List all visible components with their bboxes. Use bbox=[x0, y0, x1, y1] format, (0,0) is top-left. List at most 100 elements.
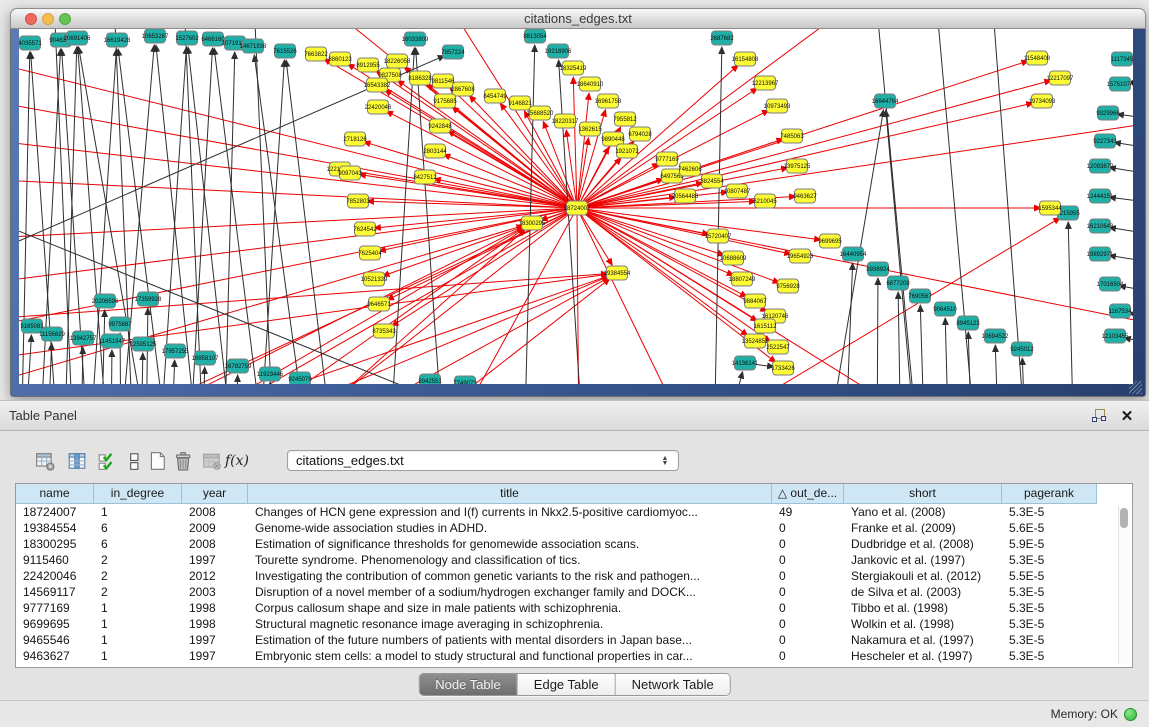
delete-table-icon[interactable] bbox=[200, 449, 224, 473]
graph-node[interactable]: 13524851 bbox=[742, 334, 769, 348]
table-row[interactable]: 977716911998Corpus callosum shape and si… bbox=[16, 600, 1132, 616]
graph-node[interactable]: 9146821 bbox=[508, 96, 532, 110]
graph-node[interactable]: 19892971 bbox=[1087, 247, 1114, 261]
graph-node[interactable]: 16033809 bbox=[402, 32, 429, 46]
graph-node[interactable]: 10807487 bbox=[724, 184, 751, 198]
graph-node[interactable]: 19384554 bbox=[604, 266, 631, 280]
graph-node[interactable]: 8735343 bbox=[372, 324, 396, 338]
network-canvas[interactable]: 1872400740355719046392206914061661942810… bbox=[19, 29, 1133, 384]
table-row[interactable]: 2242004622012Investigating the contribut… bbox=[16, 568, 1132, 584]
graph-node[interactable]: 14671938 bbox=[240, 39, 267, 53]
graph-node[interactable]: 17016504 bbox=[1097, 277, 1124, 291]
graph-node[interactable]: 9329966 bbox=[1096, 106, 1120, 120]
column-header-in-degree[interactable]: in_degree bbox=[94, 484, 182, 504]
graph-node[interactable]: 9242848 bbox=[428, 119, 452, 133]
graph-node[interactable]: 9975887 bbox=[108, 317, 132, 331]
graph-node[interactable]: 7624542 bbox=[353, 222, 377, 236]
graph-node[interactable]: 19654923 bbox=[787, 249, 814, 263]
graph-node[interactable]: 14136141 bbox=[732, 356, 759, 370]
tab-network-table[interactable]: Network Table bbox=[615, 674, 730, 695]
graph-node[interactable]: 8912955 bbox=[356, 58, 380, 72]
graph-node[interactable]: 20564486 bbox=[672, 189, 699, 203]
window-titlebar[interactable]: citations_edges.txt bbox=[10, 8, 1146, 29]
graph-node[interactable]: 4035571 bbox=[19, 36, 42, 50]
graph-node[interactable]: 8942551 bbox=[418, 374, 442, 384]
table-row[interactable]: 969969511998Structural magnetic resonanc… bbox=[16, 616, 1132, 632]
graph-node[interactable]: 16961758 bbox=[595, 94, 622, 108]
graph-node[interactable]: 8945123 bbox=[956, 316, 980, 330]
graph-node[interactable]: 7663822 bbox=[304, 47, 328, 61]
graph-node[interactable]: 12093872 bbox=[1087, 159, 1114, 173]
graph-node[interactable]: 7955812 bbox=[613, 112, 637, 126]
graph-node[interactable]: 11451947 bbox=[99, 334, 126, 348]
graph-node[interactable]: 18724007 bbox=[564, 201, 591, 215]
graph-node[interactable]: 10521339 bbox=[361, 272, 388, 286]
graph-node[interactable]: 10653287 bbox=[142, 29, 169, 43]
table-row[interactable]: 1872400712008Changes of HCN gene express… bbox=[16, 504, 1132, 520]
graph-node[interactable]: 18807249 bbox=[729, 272, 756, 286]
graph-node[interactable]: 9097043 bbox=[338, 166, 362, 180]
graph-node[interactable]: 12444151 bbox=[1087, 189, 1114, 203]
graph-node[interactable]: 10973493 bbox=[764, 99, 791, 113]
graph-node[interactable]: 3824554 bbox=[700, 174, 724, 188]
graph-node[interactable]: 15720407 bbox=[705, 229, 732, 243]
graph-node[interactable]: 9463627 bbox=[793, 189, 817, 203]
table-scrollbar-thumb[interactable] bbox=[1120, 508, 1128, 528]
graph-node[interactable]: 16644784 bbox=[872, 94, 899, 108]
graph-node[interactable]: 2687682 bbox=[710, 31, 734, 45]
graph-node[interactable]: 6210045 bbox=[753, 194, 777, 208]
tab-edge-table[interactable]: Edge Table bbox=[517, 674, 615, 695]
graph-node[interactable]: 16210643 bbox=[1087, 219, 1114, 233]
new-column-icon[interactable] bbox=[145, 449, 169, 473]
graph-node[interactable]: 12505125 bbox=[130, 337, 157, 351]
graph-node[interactable]: 9756928 bbox=[776, 279, 800, 293]
graph-node[interactable]: 7690567 bbox=[908, 289, 932, 303]
graph-node[interactable]: 9185081 bbox=[20, 319, 44, 333]
graph-node[interactable]: 16154808 bbox=[732, 52, 759, 66]
graph-node[interactable]: 12217097 bbox=[1047, 71, 1074, 85]
graph-node[interactable]: 1527602 bbox=[175, 31, 199, 45]
window-resize-grip[interactable] bbox=[1129, 381, 1142, 394]
graph-node[interactable]: 2718126 bbox=[343, 132, 367, 146]
graph-node[interactable]: 7857224 bbox=[441, 45, 465, 59]
graph-node[interactable]: 11548408 bbox=[1024, 51, 1051, 65]
graph-node[interactable]: 7615526 bbox=[273, 44, 297, 58]
graph-node[interactable]: 1733426 bbox=[771, 361, 795, 375]
graph-node[interactable]: 9175685 bbox=[433, 94, 457, 108]
graph-node[interactable]: 2867608 bbox=[451, 82, 475, 96]
function-builder-icon[interactable]: f(x) bbox=[225, 449, 249, 473]
graph-node[interactable]: 20691406 bbox=[64, 31, 91, 45]
graph-node[interactable]: 18640910 bbox=[577, 77, 604, 91]
graph-node[interactable]: 17957255 bbox=[162, 344, 189, 358]
column-visibility-icon[interactable] bbox=[65, 449, 89, 473]
graph-node[interactable]: 8813054 bbox=[523, 29, 547, 43]
column-header-year[interactable]: year bbox=[182, 484, 248, 504]
graph-node[interactable]: 16782759 bbox=[225, 359, 252, 373]
graph-node[interactable]: 9227343 bbox=[1093, 134, 1117, 148]
table-panel-header[interactable]: Table Panel ✕ bbox=[0, 400, 1149, 431]
graph-node[interactable]: 8186328 bbox=[408, 71, 432, 85]
graph-node[interactable]: 2522547 bbox=[766, 340, 790, 354]
graph-node[interactable]: 9884067 bbox=[743, 294, 767, 308]
table-row[interactable]: 1830029562008Estimation of significance … bbox=[16, 536, 1132, 552]
graph-node[interactable]: 7485063 bbox=[780, 129, 804, 143]
graph-node[interactable]: 2803144 bbox=[423, 144, 447, 158]
close-icon[interactable]: ✕ bbox=[1117, 406, 1137, 426]
graph-node[interactable]: 17359928 bbox=[135, 292, 162, 306]
row-select-icon[interactable] bbox=[95, 449, 119, 473]
graph-node[interactable]: 18300295 bbox=[519, 216, 546, 230]
memory-indicator[interactable]: Memory: OK bbox=[1051, 707, 1137, 721]
graph-node[interactable]: 19734093 bbox=[1029, 94, 1056, 108]
graph-node[interactable]: 10694522 bbox=[982, 329, 1009, 343]
graph-node[interactable]: 16543382 bbox=[364, 78, 391, 92]
graph-node[interactable]: 19218906 bbox=[545, 44, 572, 58]
graph-node[interactable]: 11923446 bbox=[257, 367, 284, 381]
graph-node[interactable]: 13942757 bbox=[70, 331, 97, 345]
graph-node[interactable]: 8938924 bbox=[866, 262, 890, 276]
table-row[interactable]: 946362711997Embryonic stem cells: a mode… bbox=[16, 648, 1132, 664]
table-row[interactable]: 946554611997Estimation of the future num… bbox=[16, 632, 1132, 648]
column-header-out-de-[interactable]: △ out_de... bbox=[772, 484, 844, 504]
graph-node[interactable]: 7749073 bbox=[453, 376, 477, 384]
graph-node[interactable]: 1362615 bbox=[578, 122, 602, 136]
graph-node[interactable]: 7462606 bbox=[678, 162, 702, 176]
